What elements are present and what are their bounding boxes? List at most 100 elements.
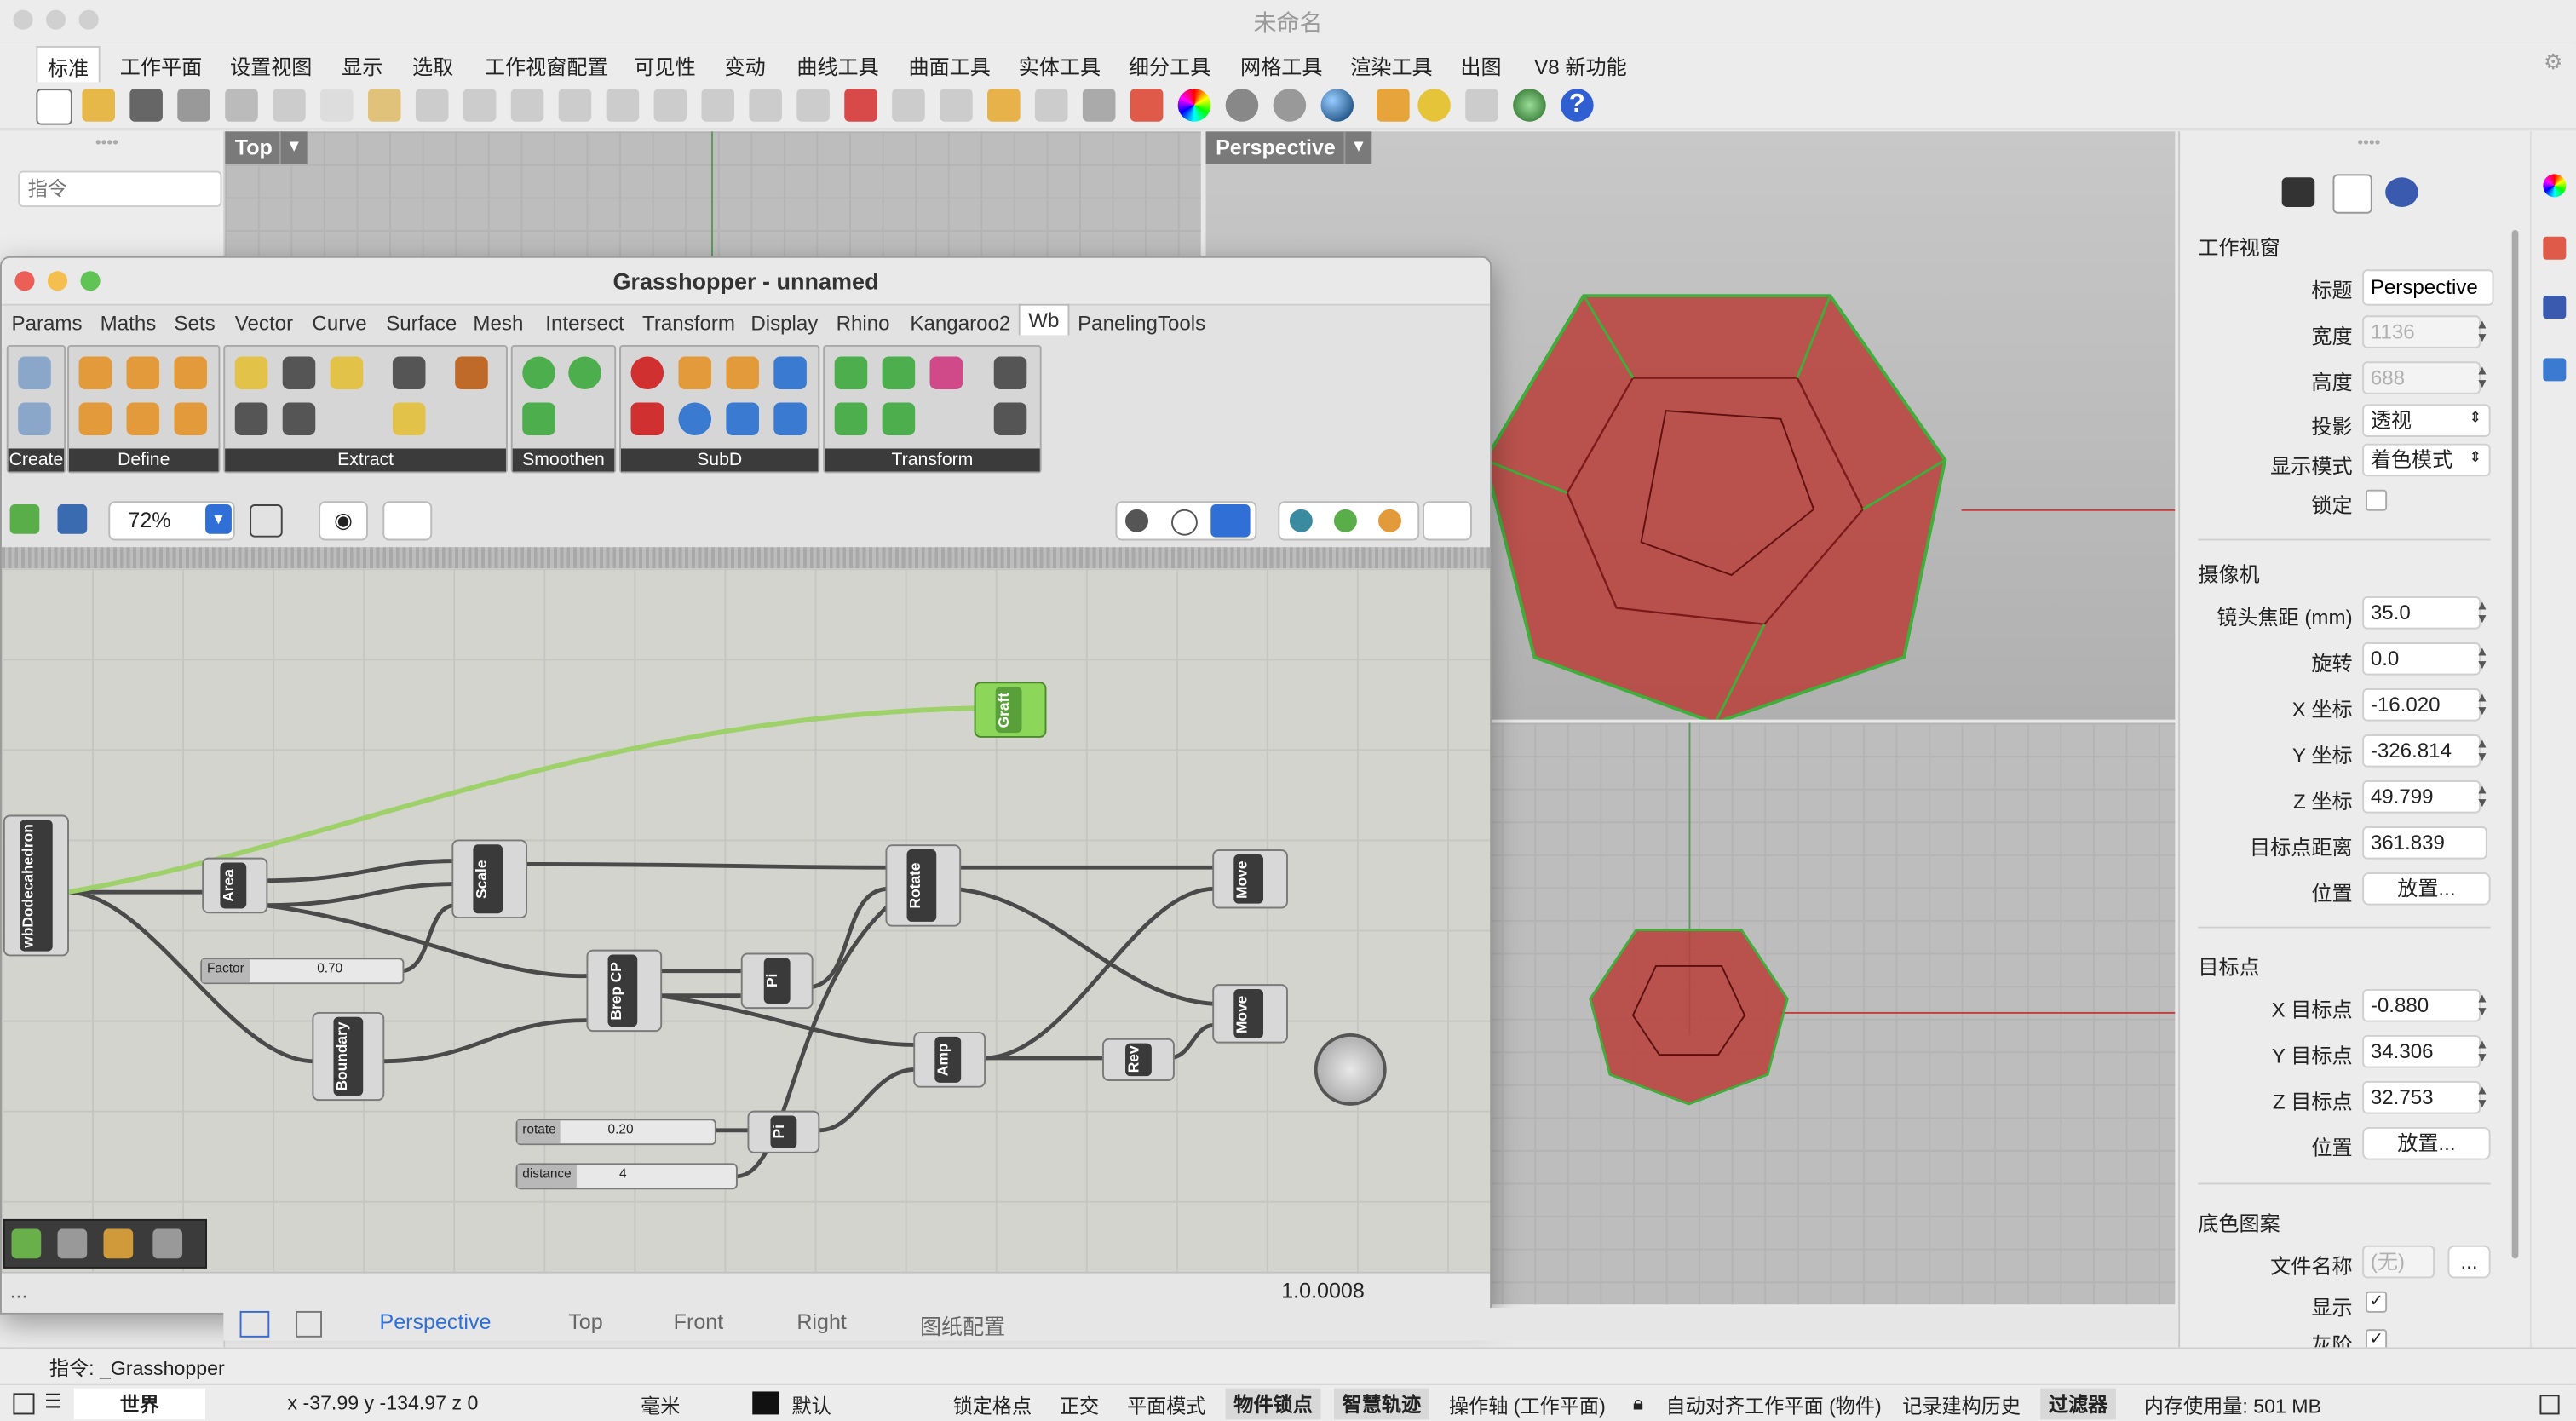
- gh-node-area[interactable]: Area: [202, 857, 268, 914]
- gh-tab-mesh[interactable]: Mesh: [473, 312, 523, 335]
- history-toggle[interactable]: 记录建构历史: [1902, 1391, 2021, 1419]
- show-checkbox[interactable]: ✓: [2366, 1291, 2388, 1313]
- print-icon[interactable]: [177, 89, 210, 122]
- gh-node-pi-1[interactable]: Pi: [740, 952, 814, 1010]
- color-wheel-icon[interactable]: [1177, 89, 1211, 122]
- material-icon[interactable]: [1378, 509, 1402, 532]
- grasshopper-icon[interactable]: [1513, 89, 1546, 122]
- ortho-toggle[interactable]: 正交: [1060, 1391, 1099, 1419]
- zoom-selected-icon[interactable]: [701, 89, 735, 122]
- viewport-tab-right[interactable]: Right: [796, 1309, 847, 1334]
- viewport-tab-top[interactable]: Top: [568, 1309, 602, 1334]
- gh-tab-intersect[interactable]: Intersect: [545, 312, 624, 335]
- wb-smooth2-icon[interactable]: [568, 356, 601, 390]
- curve-tool-icon[interactable]: [152, 1228, 183, 1259]
- gh-slider-distance[interactable]: distance 4: [515, 1163, 738, 1190]
- viewport-tab-layouts[interactable]: 图纸配置: [920, 1309, 1005, 1341]
- save-icon[interactable]: [129, 89, 163, 122]
- chevron-down-icon[interactable]: ▼: [279, 131, 308, 164]
- wb-polyhedron-icon[interactable]: [18, 402, 51, 436]
- gh-node-graft[interactable]: Graft: [974, 682, 1047, 738]
- gh-radial-menu-icon[interactable]: [1314, 1033, 1387, 1106]
- target-place-button[interactable]: 放置...: [2362, 1126, 2491, 1160]
- undo-view-icon[interactable]: [749, 89, 782, 122]
- wb-edge-icon[interactable]: [392, 356, 426, 390]
- wb-tri-offset-icon[interactable]: [834, 402, 868, 436]
- viewport-top[interactable]: Top ▼: [225, 131, 1201, 256]
- focal-length-stepper[interactable]: ▲ ▼: [2475, 599, 2492, 626]
- target-x-field[interactable]: -0.880: [2362, 988, 2481, 1022]
- camera-x-field[interactable]: -16.020: [2362, 688, 2481, 722]
- gh-node-pi-2[interactable]: Pi: [747, 1110, 820, 1153]
- list-icon[interactable]: ☰: [44, 1390, 62, 1413]
- grid-plane-icon[interactable]: [892, 89, 925, 122]
- browse-button[interactable]: ...: [2447, 1245, 2491, 1279]
- lock-icon[interactable]: 🔒︎: [1633, 1391, 1643, 1416]
- gh-slider-rotate[interactable]: rotate 0.20: [515, 1119, 716, 1146]
- eye-icon[interactable]: ◉: [319, 501, 368, 541]
- wb-catmull-icon[interactable]: [630, 356, 664, 390]
- tab-set-view[interactable]: 设置视图: [230, 49, 312, 81]
- undo-icon[interactable]: [415, 89, 449, 122]
- wb-face-icon[interactable]: [234, 356, 268, 390]
- preview-off-icon[interactable]: [1125, 509, 1149, 532]
- gh-tab-sets[interactable]: Sets: [174, 312, 215, 335]
- gh-tab-kangaroo2[interactable]: Kangaroo2: [910, 312, 1010, 335]
- wb-prism-icon[interactable]: [126, 402, 160, 436]
- viewport-tab-perspective[interactable]: Perspective: [379, 1309, 491, 1334]
- wb-frame-icon[interactable]: [993, 356, 1027, 390]
- gh-tab-display[interactable]: Display: [750, 312, 818, 335]
- wb-arrows-icon[interactable]: [392, 402, 426, 436]
- tab-select[interactable]: 选取: [412, 49, 453, 81]
- viewport-props-icon[interactable]: [2332, 174, 2372, 214]
- camera-y-field[interactable]: -326.814: [2362, 734, 2481, 768]
- gh-node-boundary[interactable]: Boundary: [312, 1011, 385, 1102]
- tab-drafting[interactable]: 出图: [1460, 49, 1501, 81]
- wb-doo-icon[interactable]: [726, 356, 759, 390]
- pan-hand-icon[interactable]: [463, 89, 497, 122]
- height-stepper[interactable]: ▲ ▼: [2475, 364, 2492, 391]
- dimension-icon[interactable]: [1465, 89, 1498, 122]
- osnap-icon[interactable]: [940, 89, 973, 122]
- object-props-icon[interactable]: [2385, 177, 2418, 207]
- camera-z-field[interactable]: 49.799: [2362, 780, 2481, 814]
- lock-icon[interactable]: [1082, 89, 1116, 122]
- copy-icon[interactable]: [320, 89, 354, 122]
- target-distance-field[interactable]: 361.839: [2362, 826, 2487, 860]
- viewport-top-label[interactable]: Top: [225, 131, 283, 164]
- cplane-world[interactable]: 世界: [73, 1388, 206, 1420]
- wb-hourglass-icon[interactable]: [282, 356, 316, 390]
- paste-icon[interactable]: [367, 89, 401, 122]
- filter-toggle[interactable]: 过滤器: [2040, 1388, 2116, 1420]
- gh-canvas[interactable]: wbDodecahedron Area Scale Rotate Move Mo…: [1, 568, 1491, 1275]
- gh-tab-vector[interactable]: Vector: [235, 312, 293, 335]
- zoom-icon[interactable]: [558, 89, 592, 122]
- preview-wire-icon[interactable]: [1171, 509, 1198, 536]
- tab-curve-tools[interactable]: 曲线工具: [796, 49, 878, 81]
- cut-icon[interactable]: [273, 89, 306, 122]
- units[interactable]: 毫米: [641, 1391, 680, 1419]
- target-z-stepper[interactable]: ▲ ▼: [2475, 1084, 2492, 1111]
- tab-cplanes[interactable]: 工作平面: [120, 49, 202, 81]
- chevron-down-icon[interactable]: ▼: [205, 504, 232, 534]
- rotate-view-icon[interactable]: [510, 89, 544, 122]
- hook-icon[interactable]: [57, 1228, 88, 1259]
- target-x-stepper[interactable]: ▲ ▼: [2475, 992, 2492, 1019]
- tab-v8-new[interactable]: V8 新功能: [1534, 49, 1627, 81]
- sketch-icon[interactable]: [382, 501, 433, 541]
- wb-loop-icon[interactable]: [678, 356, 712, 390]
- light-bulb-icon[interactable]: [1034, 89, 1068, 122]
- sidebar-toggle-icon[interactable]: [13, 1393, 35, 1415]
- gh-node-scale[interactable]: Scale: [451, 839, 528, 919]
- filename-field[interactable]: (无): [2362, 1245, 2435, 1279]
- gh-tab-wb[interactable]: Wb: [1018, 303, 1069, 336]
- selected-only-icon[interactable]: [1333, 509, 1357, 532]
- gear-icon[interactable]: ⚙: [2544, 49, 2562, 76]
- tab-surface-tools[interactable]: 曲面工具: [908, 49, 990, 81]
- fullscreen-icon[interactable]: [2539, 1395, 2560, 1415]
- wb-vertex-icon[interactable]: [455, 356, 488, 390]
- layer-icon[interactable]: [1130, 89, 1164, 122]
- tab-subd-tools[interactable]: 细分工具: [1129, 49, 1210, 81]
- gh-tab-rhino[interactable]: Rhino: [837, 312, 890, 335]
- panel-grip[interactable]: ••••: [2357, 135, 2380, 152]
